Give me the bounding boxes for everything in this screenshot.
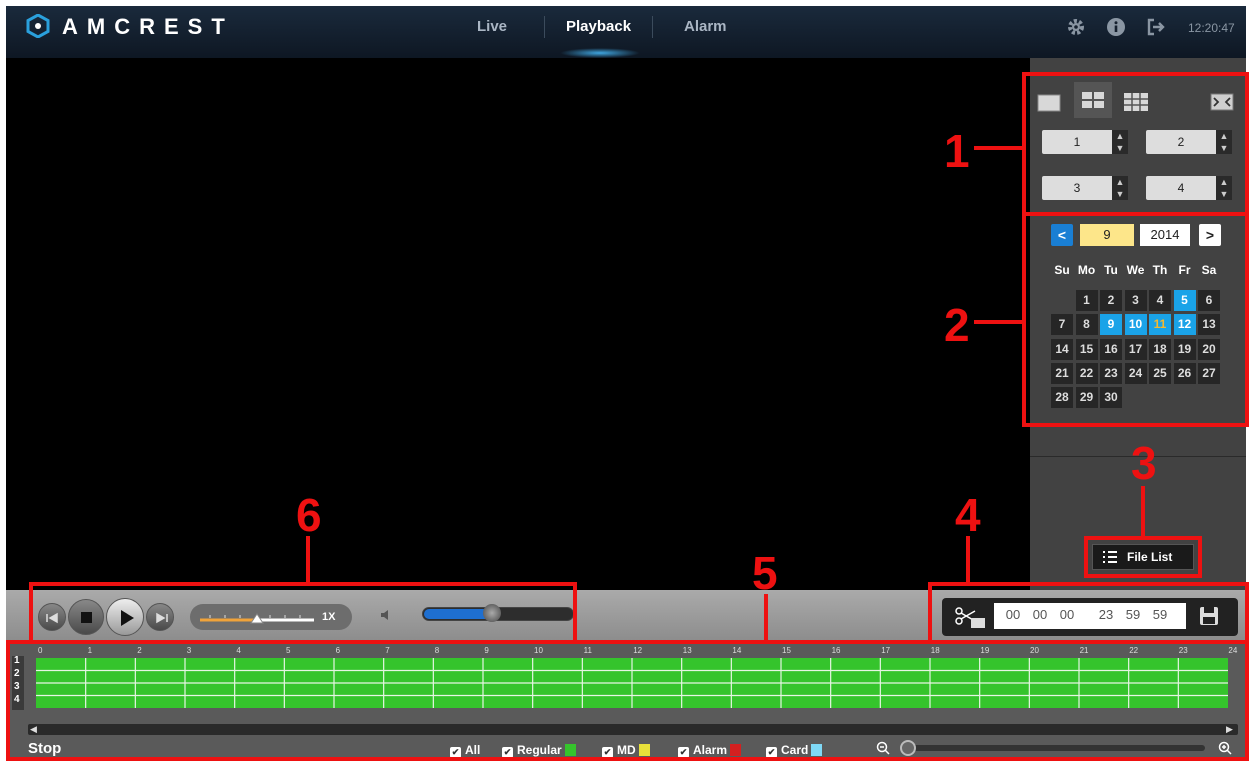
annotation-number-5: 5 [752,547,778,599]
info-icon[interactable] [1106,17,1126,37]
tab-live[interactable]: Live [477,18,507,35]
annotation-line-2 [974,320,1022,324]
logout-icon[interactable] [1146,17,1166,37]
tab-alarm[interactable]: Alarm [684,18,727,35]
annotation-line-6 [306,536,310,582]
brand-name: AMCREST [62,14,234,39]
annotation-box-5 [6,640,1249,761]
annotation-number-3: 3 [1131,437,1157,489]
nav-divider [544,16,545,38]
annotation-box-3 [1084,536,1202,578]
annotation-number-1: 1 [944,125,970,177]
amcrest-logo-icon [26,13,50,39]
annotation-number-2: 2 [944,299,970,351]
annotation-line-4 [966,536,970,582]
annotation-box-4 [928,582,1249,644]
annotation-line-5 [764,594,768,640]
annotation-number-6: 6 [296,489,322,541]
tab-playback[interactable]: Playback [566,18,631,35]
annotation-box-2 [1022,212,1249,427]
active-tab-indicator [560,48,640,58]
annotation-line-1 [974,146,1022,150]
nav-divider [652,16,653,38]
clock: 12:20:47 [1188,21,1235,35]
annotation-number-4: 4 [955,489,981,541]
video-viewport[interactable] [6,58,1030,590]
settings-gear-icon[interactable] [1066,17,1086,37]
annotation-box-1 [1022,72,1249,216]
annotation-box-6 [29,582,577,644]
annotation-line-3 [1141,486,1145,536]
